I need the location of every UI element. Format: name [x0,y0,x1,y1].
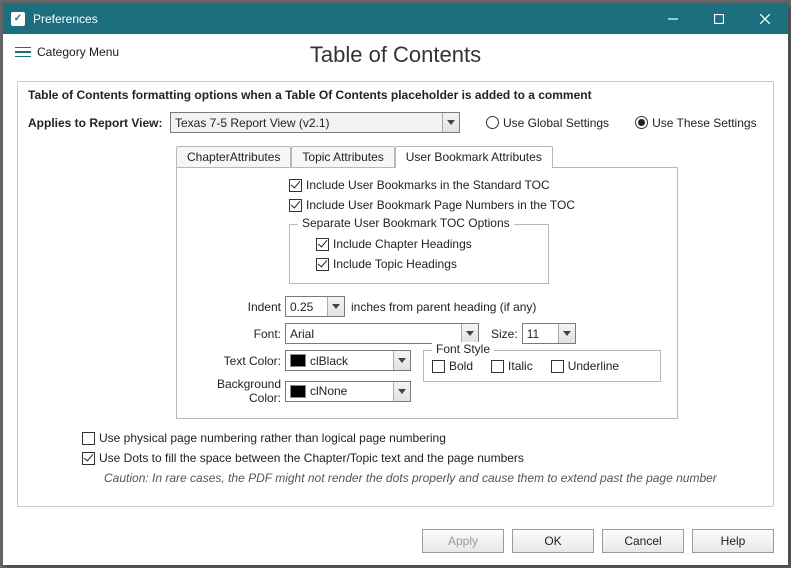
font-label: Font: [193,327,285,341]
chevron-down-icon [327,297,344,316]
check-use-dots[interactable]: Use Dots to fill the space between the C… [82,451,763,465]
bold-label: Bold [449,359,473,373]
tab-user-bookmark-attributes[interactable]: User Bookmark Attributes [395,146,553,168]
applies-to-label: Applies to Report View: [28,116,164,130]
bgcolor-select[interactable]: clNone [285,381,411,402]
size-select[interactable]: 11 [522,323,576,344]
color-swatch [290,385,306,398]
checkbox-icon [432,360,445,373]
chevron-down-icon [558,324,575,343]
checkbox-icon [551,360,564,373]
tab-chapter-attributes[interactable]: ChapterAttributes [176,146,291,168]
tab-topic-attributes[interactable]: Topic Attributes [291,146,394,168]
size-label: Size: [491,327,518,341]
size-value: 11 [523,327,558,341]
separate-options-group: Separate User Bookmark TOC Options Inclu… [289,224,549,284]
chevron-down-icon [461,324,478,343]
check-include-page-numbers[interactable]: Include User Bookmark Page Numbers in th… [289,198,661,212]
bgcolor-name: clNone [310,384,393,398]
chevron-down-icon [442,113,459,132]
page-title: Table of Contents [3,42,788,68]
check-underline[interactable]: Underline [551,359,619,373]
radio-global-label: Use Global Settings [503,116,609,130]
indent-label: Indent [193,300,285,314]
radio-these-label: Use These Settings [652,116,757,130]
checkbox-icon [316,258,329,271]
check-include-topic-headings[interactable]: Include Topic Headings [316,257,538,271]
intro-text: Table of Contents formatting options whe… [28,88,763,102]
check-include-std-label: Include User Bookmarks in the Standard T… [306,178,550,192]
ok-button[interactable]: OK [512,529,594,553]
checkbox-icon [82,432,95,445]
close-button[interactable] [742,3,788,34]
main-panel: Table of Contents formatting options whe… [17,81,774,507]
check-include-chapter-headings[interactable]: Include Chapter Headings [316,237,538,251]
app-icon: ✓ [11,12,25,26]
maximize-button[interactable] [696,3,742,34]
indent-after-label: inches from parent heading (if any) [351,300,536,314]
apply-button[interactable]: Apply [422,529,504,553]
check-physical-page-numbering[interactable]: Use physical page numbering rather than … [82,431,763,445]
report-view-select[interactable]: Texas 7-5 Report View (v2.1) [170,112,460,133]
physical-label: Use physical page numbering rather than … [99,431,446,445]
textcolor-name: clBlack [310,354,393,368]
dots-label: Use Dots to fill the space between the C… [99,451,524,465]
checkbox-icon [289,199,302,212]
checkbox-icon [491,360,504,373]
textcolor-select[interactable]: clBlack [285,350,411,371]
font-select[interactable]: Arial [285,323,479,344]
radio-global-settings[interactable]: Use Global Settings [486,116,609,130]
check-topic-label: Include Topic Headings [333,257,457,271]
radio-icon [486,116,499,129]
checkbox-icon [82,452,95,465]
caution-text: Caution: In rare cases, the PDF might no… [104,471,763,485]
window: ✓ Preferences Category Menu Table of Con… [3,3,788,565]
chevron-down-icon [393,382,410,401]
color-swatch [290,354,306,367]
minimize-button[interactable] [650,3,696,34]
font-style-group: Font Style Bold Italic Underline [423,350,661,382]
help-button[interactable]: Help [692,529,774,553]
check-include-std-toc[interactable]: Include User Bookmarks in the Standard T… [289,178,661,192]
cancel-button[interactable]: Cancel [602,529,684,553]
separate-options-legend: Separate User Bookmark TOC Options [298,216,514,230]
check-italic[interactable]: Italic [491,359,533,373]
titlebar: ✓ Preferences [3,3,788,34]
check-chapter-label: Include Chapter Headings [333,237,472,251]
indent-value: 0.25 [286,300,327,314]
checkbox-icon [316,238,329,251]
radio-icon [635,116,648,129]
bgcolor-label: Background Color: [193,377,285,405]
tabs: ChapterAttributes Topic Attributes User … [176,145,763,167]
check-bold[interactable]: Bold [432,359,473,373]
checkbox-icon [289,179,302,192]
indent-select[interactable]: 0.25 [285,296,345,317]
radio-these-settings[interactable]: Use These Settings [635,116,757,130]
underline-label: Underline [568,359,619,373]
tab-content: Include User Bookmarks in the Standard T… [176,167,678,419]
font-style-legend: Font Style [432,342,494,356]
report-view-value: Texas 7-5 Report View (v2.1) [171,116,442,130]
window-title: Preferences [33,12,650,26]
italic-label: Italic [508,359,533,373]
textcolor-label: Text Color: [193,354,285,368]
dialog-buttons: Apply OK Cancel Help [422,529,774,553]
chevron-down-icon [393,351,410,370]
check-include-pages-label: Include User Bookmark Page Numbers in th… [306,198,575,212]
font-value: Arial [286,327,461,341]
